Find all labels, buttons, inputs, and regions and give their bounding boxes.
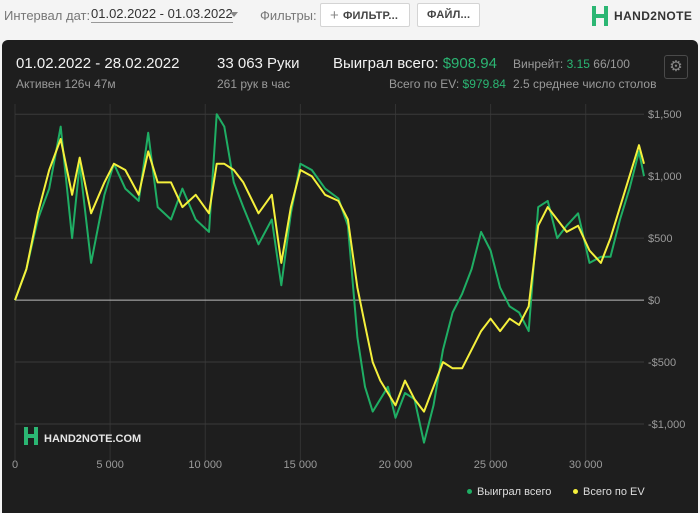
legend-ev-label: Всего по EV	[583, 486, 645, 498]
filter-button-label: ФИЛЬТР...	[342, 10, 399, 22]
x-tick-label: 20 000	[379, 459, 413, 471]
legend-won-dot	[467, 489, 472, 494]
legend-ev-dot	[573, 489, 578, 494]
y-tick-label: $500	[648, 233, 672, 245]
legend-ev: Всего по EV	[573, 486, 645, 498]
x-tick-label: 10 000	[188, 459, 222, 471]
legend-won: Выиграл всего	[467, 486, 551, 498]
filters-label: Фильтры:	[260, 8, 317, 23]
graph-panel: 01.02.2022 - 28.02.2022 Активен 126ч 47м…	[2, 40, 698, 513]
watermark-logo: HAND2NOTE.COM	[24, 427, 141, 445]
y-tick-label: -$1,000	[648, 419, 685, 431]
x-tick-label: 30 000	[569, 459, 603, 471]
chevron-down-icon[interactable]	[230, 12, 238, 17]
date-range-select[interactable]: 01.02.2022 - 01.03.2022	[91, 6, 233, 23]
x-tick-label: 0	[12, 459, 18, 471]
legend-won-label: Выиграл всего	[477, 486, 552, 498]
y-tick-label: $0	[648, 295, 660, 307]
files-button[interactable]: ФАЙЛ...	[417, 3, 480, 27]
y-tick-label: $1,000	[648, 171, 682, 183]
x-tick-label: 25 000	[474, 459, 508, 471]
interval-label: Интервал дат:	[4, 8, 91, 23]
watermark-logo-icon	[24, 427, 38, 445]
series-line-won	[14, 113, 645, 444]
filter-button[interactable]: + ФИЛЬТР...	[320, 3, 410, 27]
x-tick-label: 15 000	[284, 459, 318, 471]
top-toolbar: Интервал дат: 01.02.2022 - 01.03.2022 Фи…	[0, 0, 700, 38]
plus-icon: +	[330, 7, 339, 24]
files-button-label: ФАЙЛ...	[427, 9, 471, 21]
watermark-text: HAND2NOTE.COM	[44, 433, 141, 445]
hand2note-logo-icon	[592, 6, 608, 26]
bankroll-chart: 0 5 000 10 000 15 000 20 000 25 000 30 000 $1,5…	[12, 104, 685, 471]
y-tick-label: $1,500	[648, 109, 682, 121]
y-tick-label: -$500	[648, 357, 676, 369]
x-tick-label: 5 000	[96, 459, 124, 471]
logo-text: HAND2NOTE	[614, 9, 693, 23]
